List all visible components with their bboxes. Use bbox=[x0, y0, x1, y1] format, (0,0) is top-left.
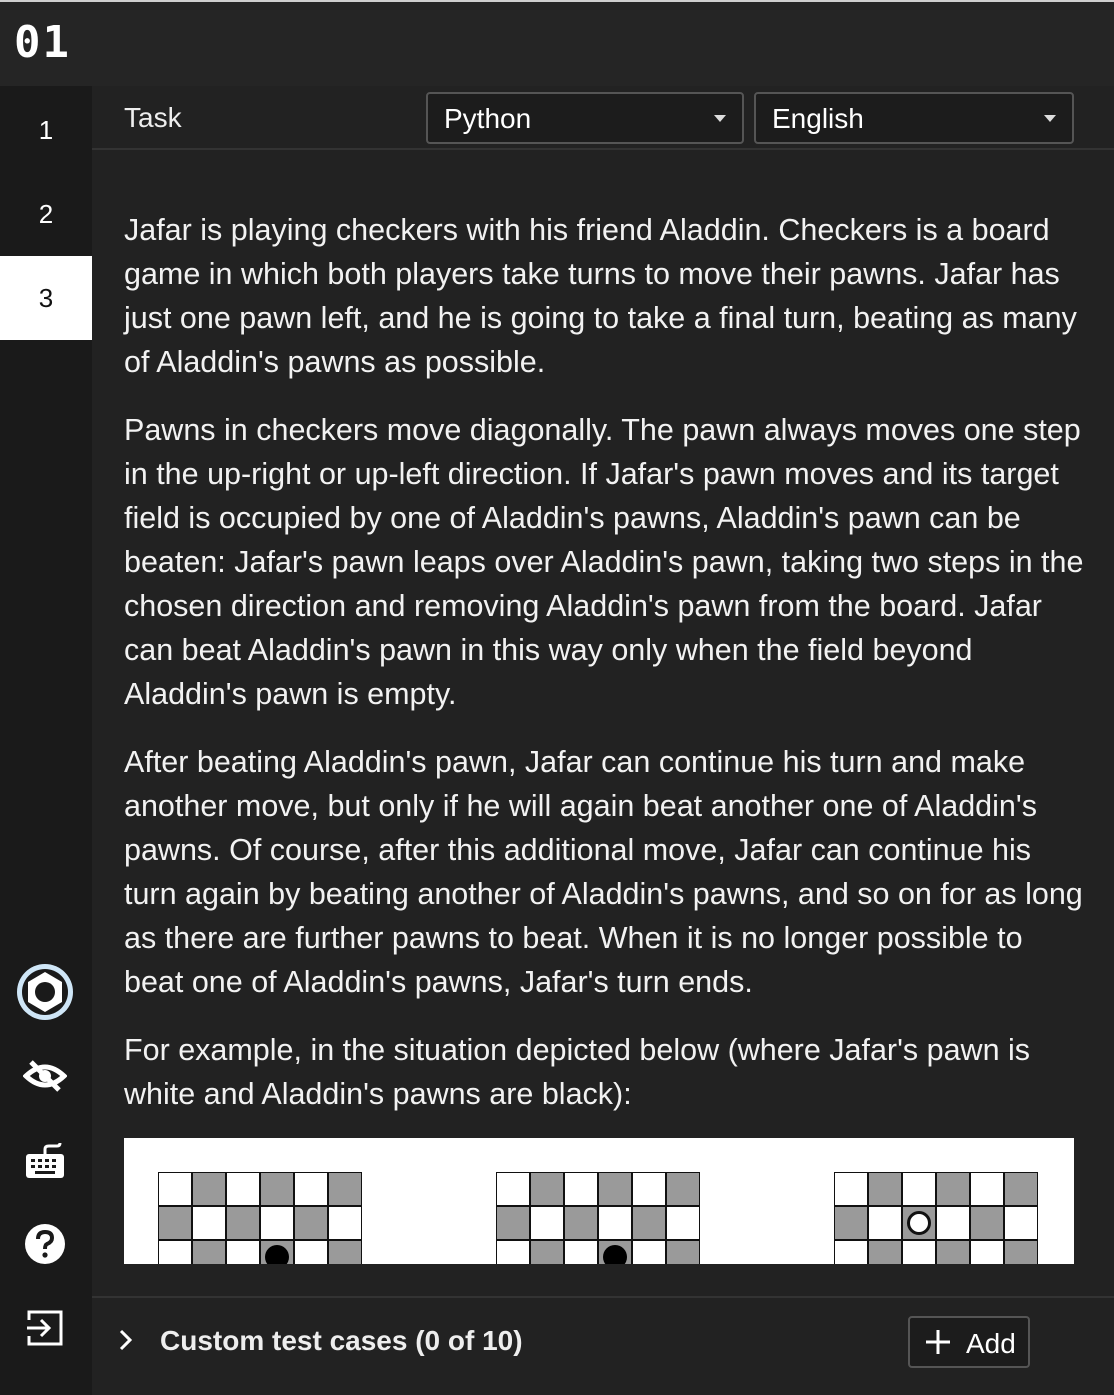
board-square bbox=[868, 1240, 902, 1264]
task-nav-item-2[interactable]: 2 bbox=[0, 172, 92, 256]
board-square bbox=[834, 1206, 868, 1240]
task-panel: Task Python English Jafar is playing che… bbox=[92, 86, 1114, 1395]
sidebar: 1 2 3 bbox=[0, 86, 92, 1395]
board-square bbox=[192, 1172, 226, 1206]
task-nav-item-3[interactable]: 3 bbox=[0, 256, 92, 340]
board-square bbox=[192, 1206, 226, 1240]
board-square bbox=[936, 1206, 970, 1240]
board-square bbox=[632, 1206, 666, 1240]
board-square bbox=[294, 1206, 328, 1240]
board-square bbox=[226, 1240, 260, 1264]
board-square bbox=[328, 1240, 362, 1264]
programming-language-select[interactable]: Python bbox=[426, 92, 744, 144]
board-square bbox=[598, 1172, 632, 1206]
language-select[interactable]: English bbox=[754, 92, 1074, 144]
board-square bbox=[970, 1206, 1004, 1240]
task-nav-item-1[interactable]: 1 bbox=[0, 88, 92, 172]
exit-icon[interactable] bbox=[16, 1299, 74, 1357]
board-square bbox=[530, 1240, 564, 1264]
board-square bbox=[496, 1172, 530, 1206]
language-value: English bbox=[772, 103, 864, 134]
black-pawn bbox=[603, 1245, 627, 1264]
board-square bbox=[328, 1172, 362, 1206]
board-square bbox=[834, 1172, 868, 1206]
board-square bbox=[868, 1172, 902, 1206]
plus-icon bbox=[924, 1328, 952, 1361]
description-paragraph: Jafar is playing checkers with his frien… bbox=[124, 213, 1077, 379]
board-square bbox=[666, 1206, 700, 1240]
board-square bbox=[970, 1240, 1004, 1264]
board-square bbox=[158, 1206, 192, 1240]
board-square bbox=[902, 1172, 936, 1206]
board-square bbox=[294, 1172, 328, 1206]
board-square bbox=[632, 1172, 666, 1206]
visibility-icon[interactable] bbox=[16, 1047, 74, 1105]
board-square bbox=[496, 1240, 530, 1264]
description-paragraph: For example, in the situation depicted b… bbox=[124, 1033, 1031, 1111]
chevron-down-icon bbox=[1044, 115, 1056, 122]
help-icon[interactable] bbox=[16, 1215, 74, 1273]
board-square bbox=[632, 1240, 666, 1264]
board-square bbox=[834, 1240, 868, 1264]
board-square bbox=[1004, 1240, 1038, 1264]
board-square bbox=[260, 1206, 294, 1240]
board-square bbox=[564, 1172, 598, 1206]
programming-language-value: Python bbox=[444, 103, 532, 134]
black-pawn bbox=[265, 1245, 289, 1264]
board-square bbox=[666, 1172, 700, 1206]
board-square bbox=[226, 1172, 260, 1206]
board-square bbox=[260, 1172, 294, 1206]
chevron-right-icon[interactable] bbox=[118, 1328, 134, 1357]
board-square bbox=[564, 1240, 598, 1264]
add-button-label: Add bbox=[966, 1328, 1016, 1359]
board-square bbox=[936, 1240, 970, 1264]
top-bar: 01 bbox=[0, 0, 1114, 86]
add-test-case-button[interactable]: Add bbox=[908, 1316, 1030, 1368]
app-logo: 01 bbox=[14, 17, 71, 68]
description-paragraph: After beating Aladdin's pawn, Jafar can … bbox=[124, 745, 1083, 999]
white-pawn bbox=[907, 1211, 931, 1235]
custom-test-cases-toggle[interactable]: Custom test cases (0 of 10) bbox=[160, 1324, 523, 1358]
task-tab-label[interactable]: Task bbox=[124, 102, 182, 134]
board-square bbox=[1004, 1172, 1038, 1206]
board-square bbox=[328, 1206, 362, 1240]
custom-test-cases-bar: Custom test cases (0 of 10) Add bbox=[92, 1296, 1114, 1395]
description-paragraph: Pawns in checkers move diagonally. The p… bbox=[124, 413, 1084, 711]
board-square bbox=[530, 1172, 564, 1206]
board-square bbox=[666, 1240, 700, 1264]
board-square bbox=[868, 1206, 902, 1240]
board-square bbox=[530, 1206, 564, 1240]
task-toolbar: Task Python English bbox=[92, 86, 1114, 150]
board-square bbox=[294, 1240, 328, 1264]
board-square bbox=[598, 1206, 632, 1240]
board-square bbox=[902, 1240, 936, 1264]
board-square bbox=[192, 1240, 226, 1264]
board-square bbox=[158, 1172, 192, 1206]
keyboard-icon[interactable] bbox=[16, 1133, 74, 1191]
board-square bbox=[496, 1206, 530, 1240]
task-description: Jafar is playing checkers with his frien… bbox=[92, 152, 1114, 1264]
board-square bbox=[970, 1172, 1004, 1206]
chevron-down-icon bbox=[714, 115, 726, 122]
board-square bbox=[226, 1206, 260, 1240]
settings-icon[interactable] bbox=[16, 963, 74, 1021]
checkers-figure bbox=[124, 1138, 1074, 1264]
board-square bbox=[564, 1206, 598, 1240]
board-square bbox=[936, 1172, 970, 1206]
board-square bbox=[1004, 1206, 1038, 1240]
board-square bbox=[158, 1240, 192, 1264]
